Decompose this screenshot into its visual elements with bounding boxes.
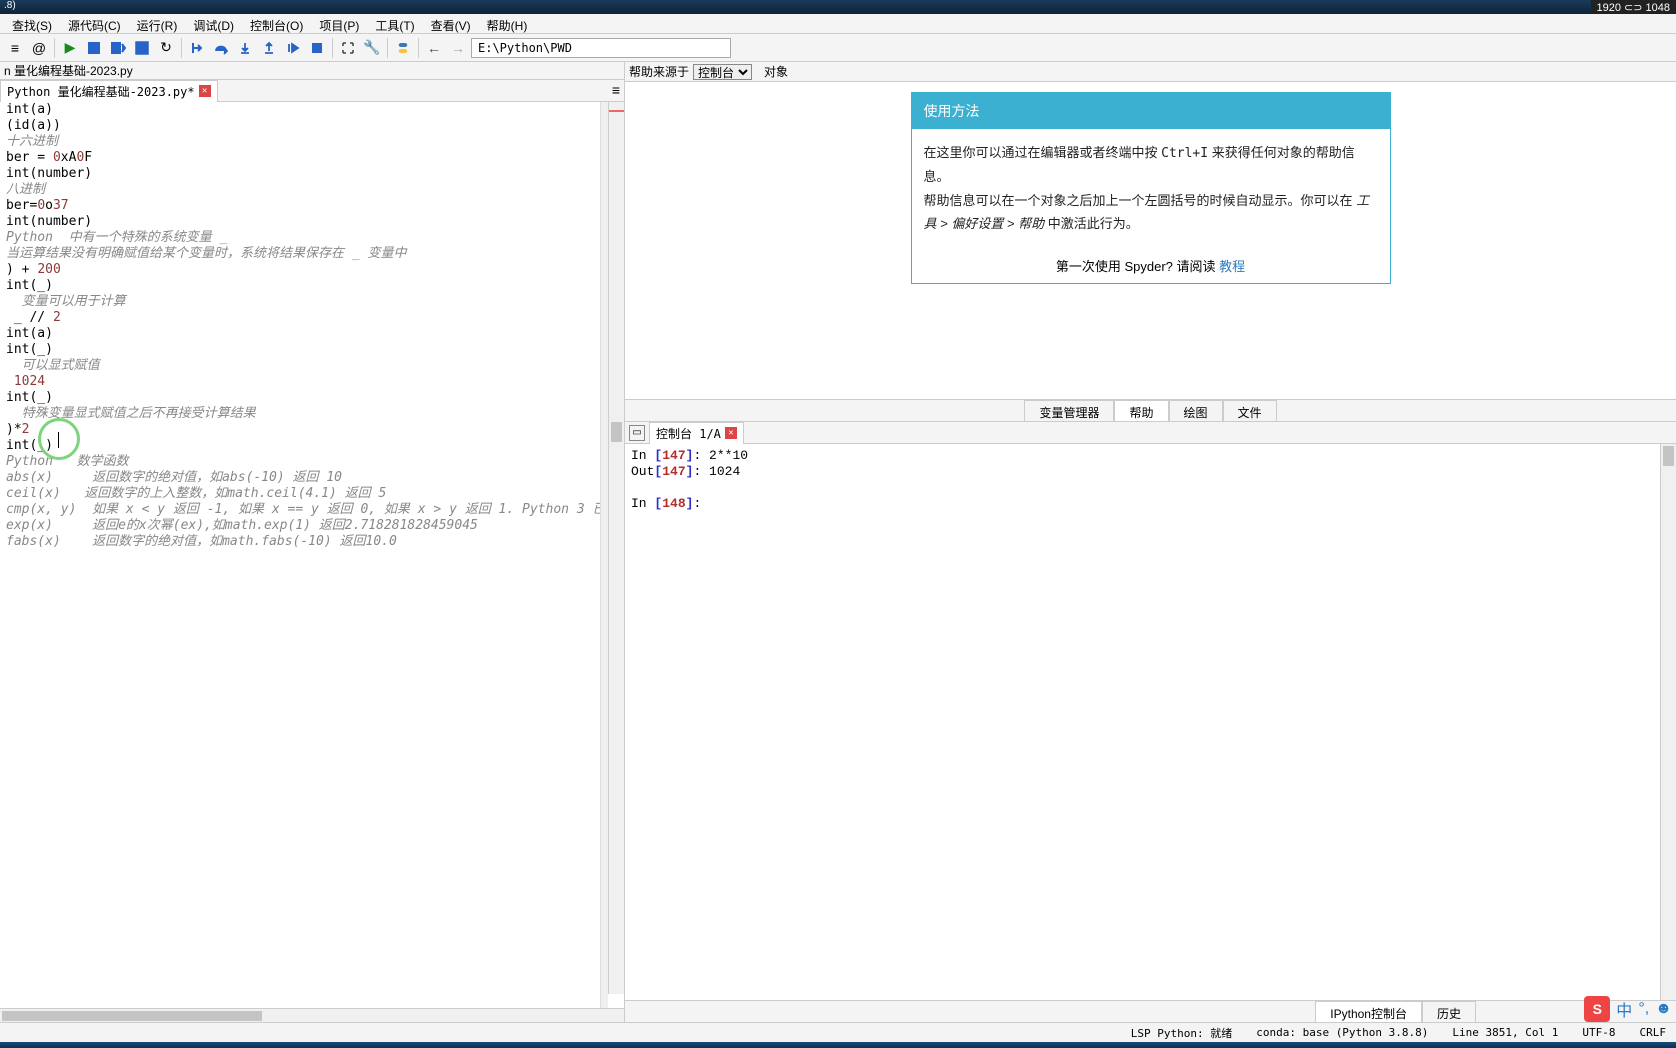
menu-run[interactable]: 运行(R)	[129, 16, 186, 31]
help-toolbar: 帮助来源于 控制台 对象	[625, 62, 1676, 82]
menu-bar: 查找(S) 源代码(C) 运行(R) 调试(D) 控制台(O) 项目(P) 工具…	[0, 14, 1676, 34]
tab-label: Python 量化编程基础-2023.py*	[7, 83, 195, 100]
outline-icon[interactable]: ≡	[4, 37, 26, 59]
help-source-label: 帮助来源于	[629, 63, 689, 80]
help-card-p2: 帮助信息可以在一个对象之后加上一个左圆括号的时候自动显示。你可以在 工具 > 偏…	[924, 189, 1378, 236]
separator	[181, 38, 182, 58]
menu-debug[interactable]: 调试(D)	[185, 16, 242, 31]
browse-tabs-icon[interactable]: ▭	[629, 425, 645, 441]
console-tab-label: 控制台 1/A	[656, 425, 721, 442]
separator	[387, 38, 388, 58]
os-taskbar[interactable]	[0, 1042, 1676, 1048]
status-lsp[interactable]: LSP Python: 就绪	[1125, 1025, 1238, 1041]
step-out-icon[interactable]	[258, 37, 280, 59]
tab-help[interactable]: 帮助	[1114, 400, 1168, 421]
run-cell-icon[interactable]	[83, 37, 105, 59]
step-over-icon[interactable]	[210, 37, 232, 59]
editor-tab[interactable]: Python 量化编程基础-2023.py* ✕	[0, 80, 218, 102]
tab-variable-explorer[interactable]: 变量管理器	[1024, 400, 1114, 421]
help-card-footer: 第一次使用 Spyder? 请阅读 教程	[912, 248, 1390, 283]
tab-plots[interactable]: 绘图	[1169, 400, 1223, 421]
console-in-147: In [147]: 2**10	[631, 448, 1670, 464]
text-caret	[58, 432, 59, 448]
menu-tools[interactable]: 工具(T)	[367, 16, 422, 31]
help-object-label: 对象	[764, 63, 788, 80]
editor-tabbar: Python 量化编程基础-2023.py* ✕ ≡	[0, 80, 624, 102]
rerun-icon[interactable]: ↻	[155, 37, 177, 59]
separator	[332, 38, 333, 58]
fold-gutter[interactable]	[600, 102, 608, 1008]
status-encoding[interactable]: UTF-8	[1576, 1026, 1621, 1039]
error-marker	[609, 110, 624, 112]
run-file-icon[interactable]: ▶	[59, 37, 81, 59]
help-source-select[interactable]: 控制台	[693, 64, 752, 80]
help-pane-tabs: 变量管理器 帮助 绘图 文件	[625, 399, 1676, 421]
console-bottom-tabs: IPython控制台 历史	[625, 1000, 1676, 1022]
tutorial-link[interactable]: 教程	[1219, 259, 1245, 274]
menu-source[interactable]: 源代码(C)	[60, 16, 129, 31]
working-dir-input[interactable]: E:\Python\PWD	[471, 38, 731, 58]
system-tray: S 中 °, ☻	[1584, 996, 1672, 1022]
tab-history[interactable]: 历史	[1422, 1001, 1476, 1022]
back-icon[interactable]: ←	[423, 37, 445, 59]
editor-vscrollbar[interactable]	[608, 102, 624, 994]
step-into-icon[interactable]	[234, 37, 256, 59]
scrollbar-thumb[interactable]	[611, 422, 622, 442]
console-tabbar: ▭ 控制台 1/A ✕	[625, 422, 1676, 444]
python-path-icon[interactable]	[392, 37, 414, 59]
at-icon[interactable]: @	[28, 37, 50, 59]
tab-files[interactable]: 文件	[1223, 400, 1277, 421]
continue-icon[interactable]	[282, 37, 304, 59]
window-titlebar: .8) 1920 ⊂⊃ 1048	[0, 0, 1676, 14]
stop-debug-icon[interactable]	[306, 37, 328, 59]
status-bar: LSP Python: 就绪 conda: base (Python 3.8.8…	[0, 1022, 1676, 1042]
separator	[54, 38, 55, 58]
menu-find[interactable]: 查找(S)	[4, 16, 60, 31]
run-cell-advance-icon[interactable]	[107, 37, 129, 59]
help-usage-card: 使用方法 在这里你可以通过在编辑器或者终端中按 Ctrl+I 来获得任何对象的帮…	[911, 92, 1391, 284]
forward-icon[interactable]: →	[447, 37, 469, 59]
menu-help[interactable]: 帮助(H)	[479, 16, 536, 31]
menu-view[interactable]: 查看(V)	[423, 16, 479, 31]
help-card-p1: 在这里你可以通过在编辑器或者终端中按 Ctrl+I 来获得任何对象的帮助信息。	[924, 141, 1378, 189]
menu-project[interactable]: 项目(P)	[311, 16, 367, 31]
ime-symbol-icon[interactable]: °,	[1638, 1000, 1649, 1018]
status-cursor-pos[interactable]: Line 3851, Col 1	[1446, 1026, 1564, 1039]
ipython-console[interactable]: In [147]: 2**10 Out[147]: 1024 In [148]:	[625, 444, 1676, 1000]
status-conda[interactable]: conda: base (Python 3.8.8)	[1250, 1026, 1434, 1039]
tab-ipython-console[interactable]: IPython控制台	[1315, 1001, 1422, 1022]
console-out-147: Out[147]: 1024	[631, 464, 1670, 480]
title-version: .8)	[4, 0, 16, 11]
run-selection-icon[interactable]	[131, 37, 153, 59]
tab-menu-icon[interactable]: ≡	[612, 82, 620, 98]
console-vscrollbar[interactable]	[1660, 444, 1676, 1000]
editor-breadcrumb[interactable]: n 量化编程基础-2023.py	[0, 62, 624, 80]
ime-emoji-icon[interactable]: ☻	[1655, 1000, 1672, 1018]
ime-lang-icon[interactable]: 中	[1616, 997, 1632, 1021]
help-body: 使用方法 在这里你可以通过在编辑器或者终端中按 Ctrl+I 来获得任何对象的帮…	[625, 82, 1676, 399]
main-toolbar: ≡ @ ▶ ↻ 🔧 ← → E:\Python\PWD	[0, 34, 1676, 62]
status-eol[interactable]: CRLF	[1634, 1026, 1673, 1039]
console-in-148[interactable]: In [148]:	[631, 496, 1670, 512]
maximize-pane-icon[interactable]	[337, 37, 359, 59]
screen-dim-badge: 1920 ⊂⊃ 1048	[1591, 0, 1676, 14]
menu-console[interactable]: 控制台(O)	[242, 16, 311, 31]
close-icon[interactable]: ✕	[725, 427, 737, 439]
editor-hscrollbar[interactable]	[0, 1008, 624, 1022]
ime-logo-icon[interactable]: S	[1584, 996, 1610, 1022]
separator	[418, 38, 419, 58]
close-icon[interactable]: ✕	[199, 85, 211, 97]
code-editor[interactable]: int(a)(id(a))十六进制ber = 0xA0Fint(number)八…	[0, 102, 624, 1008]
help-card-title: 使用方法	[912, 93, 1390, 129]
scrollbar-thumb[interactable]	[2, 1011, 262, 1021]
preferences-icon[interactable]: 🔧	[361, 37, 383, 59]
debug-run-icon[interactable]	[186, 37, 208, 59]
scrollbar-thumb[interactable]	[1663, 446, 1674, 466]
console-tab[interactable]: 控制台 1/A ✕	[649, 422, 744, 444]
